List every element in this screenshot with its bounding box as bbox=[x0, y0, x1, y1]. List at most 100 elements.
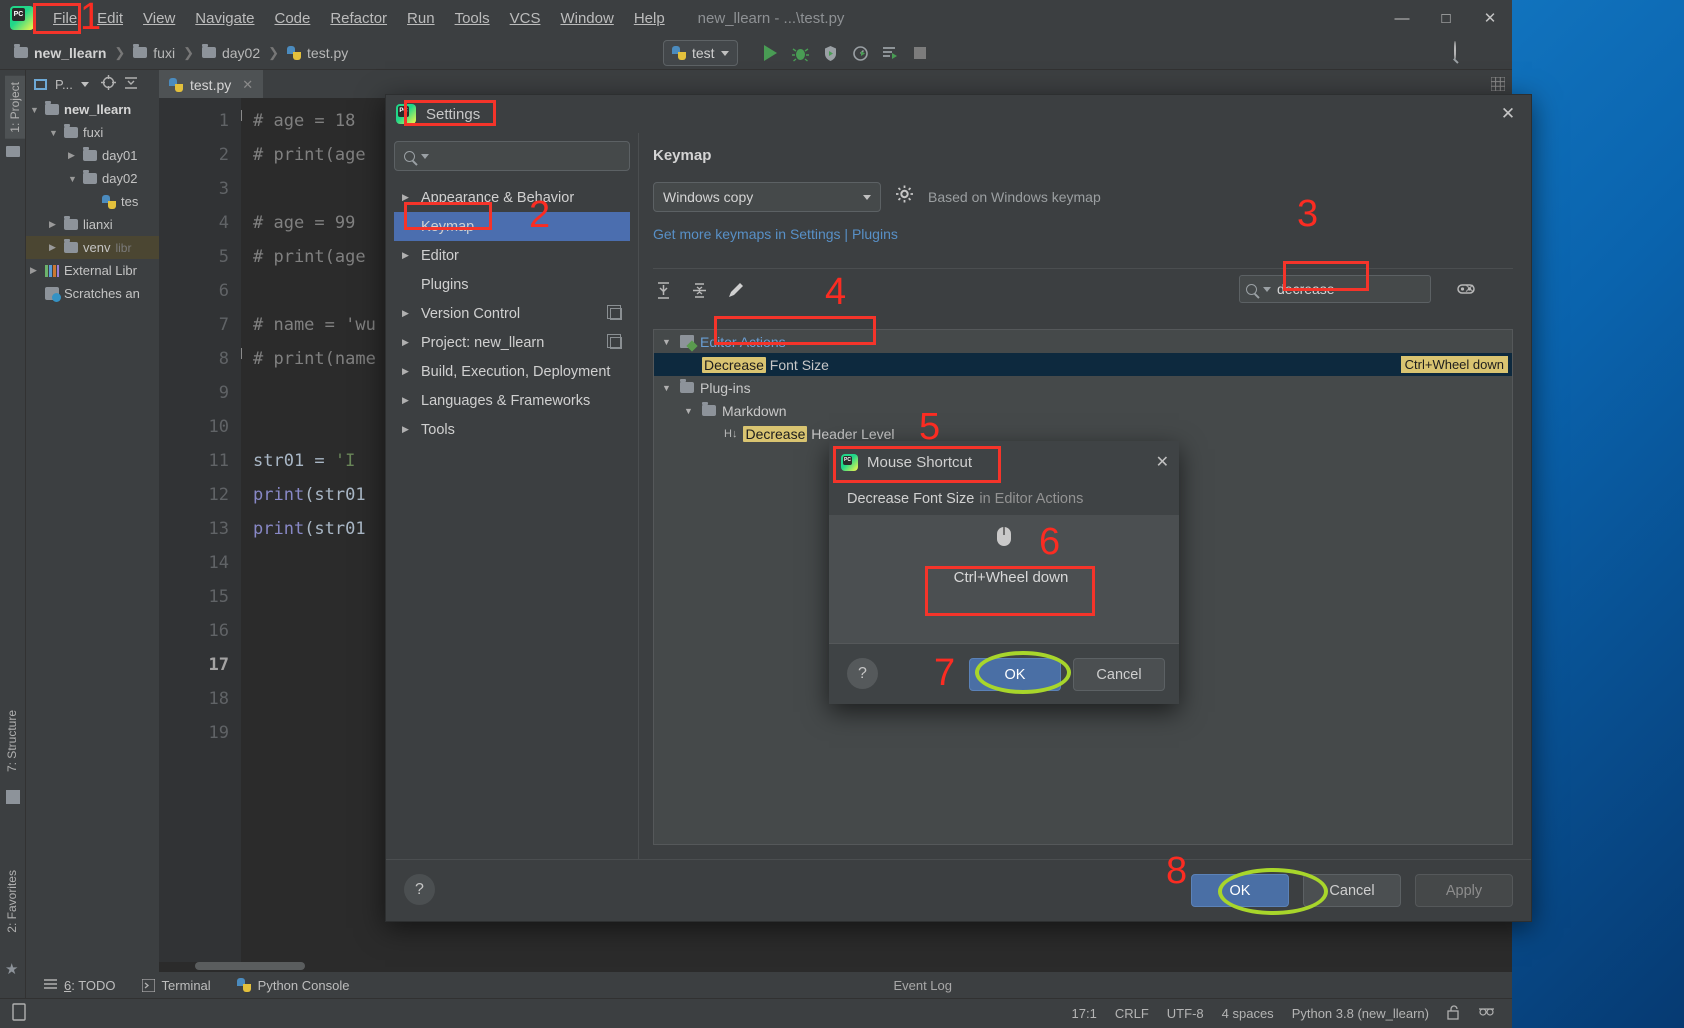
project-tree-item[interactable]: tes bbox=[26, 190, 159, 213]
project-tree-item[interactable]: Scratches an bbox=[26, 282, 159, 305]
menu-help[interactable]: Help bbox=[625, 6, 674, 31]
settings-category-build-execution-deployment[interactable]: ▶ Build, Execution, Deployment bbox=[394, 357, 630, 386]
settings-cancel-button[interactable]: Cancel bbox=[1303, 874, 1401, 907]
copy-settings-icon[interactable] bbox=[607, 304, 622, 320]
project-tree-item[interactable]: ▶ day01 bbox=[26, 144, 159, 167]
search-everywhere-icon[interactable] bbox=[1454, 41, 1456, 60]
tool-window-todo[interactable]: 66: TODO: TODO bbox=[44, 978, 116, 993]
chevron-right-icon[interactable]: ▶ bbox=[402, 308, 412, 319]
run-icon[interactable] bbox=[757, 40, 783, 66]
caret-position[interactable]: 17:1 bbox=[1072, 1006, 1097, 1021]
expand-all-icon[interactable] bbox=[653, 282, 673, 300]
settings-category-keymap[interactable]: Keymap bbox=[394, 212, 630, 241]
settings-category-languages-frameworks[interactable]: ▶ Languages & Frameworks bbox=[394, 386, 630, 415]
run-configuration-selector[interactable]: test bbox=[663, 40, 738, 66]
chevron-down-icon[interactable] bbox=[80, 81, 89, 87]
locate-icon[interactable] bbox=[100, 75, 116, 93]
fold-marker-icon[interactable] bbox=[241, 110, 242, 121]
chevron-right-icon[interactable]: ▶ bbox=[402, 250, 412, 261]
indent-setting[interactable]: 4 spaces bbox=[1222, 1006, 1274, 1021]
profile-icon[interactable] bbox=[847, 40, 873, 66]
keymap-search-input[interactable] bbox=[1277, 281, 1458, 297]
mouse-shortcut-capture-pad[interactable]: Ctrl+Wheel down bbox=[829, 515, 1179, 643]
chevron-down-icon[interactable]: ▼ bbox=[30, 105, 40, 115]
tool-window-project[interactable]: 1: Project bbox=[5, 76, 25, 139]
project-tree-item[interactable]: ▶ lianxi bbox=[26, 213, 159, 236]
mouse-shortcut-cancel-button[interactable]: Cancel bbox=[1073, 658, 1165, 691]
inspector-icon[interactable] bbox=[1479, 1005, 1494, 1023]
settings-category-version-control[interactable]: ▶ Version Control bbox=[394, 299, 630, 328]
keymap-dropdown[interactable]: Windows copy bbox=[653, 182, 881, 212]
maximize-button[interactable]: □ bbox=[1424, 0, 1468, 36]
chevron-right-icon[interactable]: ▶ bbox=[49, 242, 59, 253]
menu-run[interactable]: Run bbox=[398, 6, 444, 31]
copy-settings-icon[interactable] bbox=[607, 333, 622, 349]
menu-file[interactable]: File bbox=[44, 6, 86, 31]
settings-search-box[interactable] bbox=[394, 141, 630, 171]
chevron-right-icon[interactable]: ▶ bbox=[402, 424, 412, 435]
file-encoding[interactable]: UTF-8 bbox=[1167, 1006, 1204, 1021]
collapse-all-icon[interactable] bbox=[124, 76, 138, 93]
tool-window-structure[interactable]: 7: Structure bbox=[5, 710, 19, 772]
settings-apply-button[interactable]: Apply bbox=[1415, 874, 1513, 907]
fold-marker-icon[interactable] bbox=[241, 348, 242, 359]
settings-close-button[interactable]: ✕ bbox=[1485, 95, 1531, 133]
mouse-shortcut-help-button[interactable]: ? bbox=[847, 658, 878, 689]
project-tree-item[interactable]: ▶ venv libr bbox=[26, 236, 159, 259]
event-log[interactable]: Event Log bbox=[893, 978, 952, 993]
chevron-right-icon[interactable]: ▶ bbox=[402, 192, 412, 203]
close-button[interactable]: ✕ bbox=[1468, 0, 1512, 36]
horizontal-scrollbar[interactable] bbox=[159, 962, 1512, 972]
menu-view[interactable]: View bbox=[134, 6, 184, 31]
close-icon[interactable]: ✕ bbox=[242, 77, 253, 93]
tool-window-favorites[interactable]: 2: Favorites bbox=[5, 870, 19, 933]
debug-icon[interactable] bbox=[787, 40, 813, 66]
chevron-right-icon[interactable]: ▶ bbox=[49, 219, 59, 230]
keymap-search-box[interactable]: ✕ bbox=[1239, 275, 1475, 303]
settings-category-tools[interactable]: ▶ Tools bbox=[394, 415, 630, 444]
breadcrumb-day02[interactable]: day02 bbox=[201, 44, 260, 61]
breadcrumb-test-py[interactable]: test.py bbox=[287, 45, 348, 61]
mouse-shortcut-ok-button[interactable]: OK bbox=[969, 658, 1061, 691]
keymap-tree-row[interactable]: Decrease Font Size Ctrl+Wheel down bbox=[654, 353, 1512, 376]
minimize-button[interactable]: — bbox=[1380, 0, 1424, 36]
coverage-icon[interactable] bbox=[817, 40, 843, 66]
breadcrumb-fuxi[interactable]: fuxi bbox=[133, 44, 175, 61]
chevron-right-icon[interactable]: ▶ bbox=[68, 150, 78, 161]
run-with-console-icon[interactable] bbox=[877, 40, 903, 66]
collapse-all-icon[interactable] bbox=[689, 282, 709, 300]
settings-ok-button[interactable]: OK bbox=[1191, 874, 1289, 907]
python-interpreter[interactable]: Python 3.8 (new_llearn) bbox=[1292, 1006, 1429, 1021]
tool-window-terminal[interactable]: Terminal bbox=[141, 978, 211, 993]
menu-code[interactable]: Code bbox=[265, 6, 319, 31]
chevron-down-icon[interactable]: ▼ bbox=[662, 383, 674, 393]
settings-category-appearance-behavior[interactable]: ▶ Appearance & Behavior bbox=[394, 183, 630, 212]
find-actions-by-shortcut-icon[interactable] bbox=[1455, 279, 1477, 304]
menu-navigate[interactable]: Navigate bbox=[186, 6, 263, 31]
chevron-down-icon[interactable]: ▼ bbox=[662, 337, 674, 347]
project-tree-item[interactable]: ▼ new_llearn bbox=[26, 98, 159, 121]
unlocked-icon[interactable] bbox=[1447, 1004, 1461, 1023]
menu-tools[interactable]: Tools bbox=[446, 6, 499, 31]
settings-category-plugins[interactable]: Plugins bbox=[394, 270, 630, 299]
mouse-shortcut-close-button[interactable]: ✕ bbox=[1156, 452, 1169, 472]
scrollbar-thumb[interactable] bbox=[195, 962, 305, 970]
chevron-right-icon[interactable]: ▶ bbox=[30, 265, 40, 276]
chevron-right-icon[interactable]: ▶ bbox=[402, 366, 412, 377]
keymap-plugins-link[interactable]: Get more keymaps in Settings | Plugins bbox=[653, 226, 1513, 242]
settings-help-button[interactable]: ? bbox=[404, 874, 435, 905]
tab-test-py[interactable]: test.py ✕ bbox=[159, 70, 264, 98]
edit-shortcut-icon[interactable] bbox=[725, 282, 745, 300]
tool-window-python-console[interactable]: Python Console bbox=[236, 978, 349, 993]
project-tree-item[interactable]: ▼ fuxi bbox=[26, 121, 159, 144]
settings-search-input[interactable] bbox=[435, 148, 620, 164]
keymap-settings-gear-icon[interactable] bbox=[895, 185, 914, 209]
menu-vcs[interactable]: VCS bbox=[501, 6, 550, 31]
settings-category-project-new-llearn[interactable]: ▶ Project: new_llearn bbox=[394, 328, 630, 357]
chevron-down-icon[interactable]: ▼ bbox=[49, 128, 59, 138]
stop-icon[interactable] bbox=[907, 40, 933, 66]
project-view-label[interactable]: P... bbox=[55, 77, 73, 92]
keymap-tree-row[interactable]: ▼ Editor Actions bbox=[654, 330, 1512, 353]
settings-category-editor[interactable]: ▶ Editor bbox=[394, 241, 630, 270]
menu-edit[interactable]: Edit bbox=[88, 6, 132, 31]
